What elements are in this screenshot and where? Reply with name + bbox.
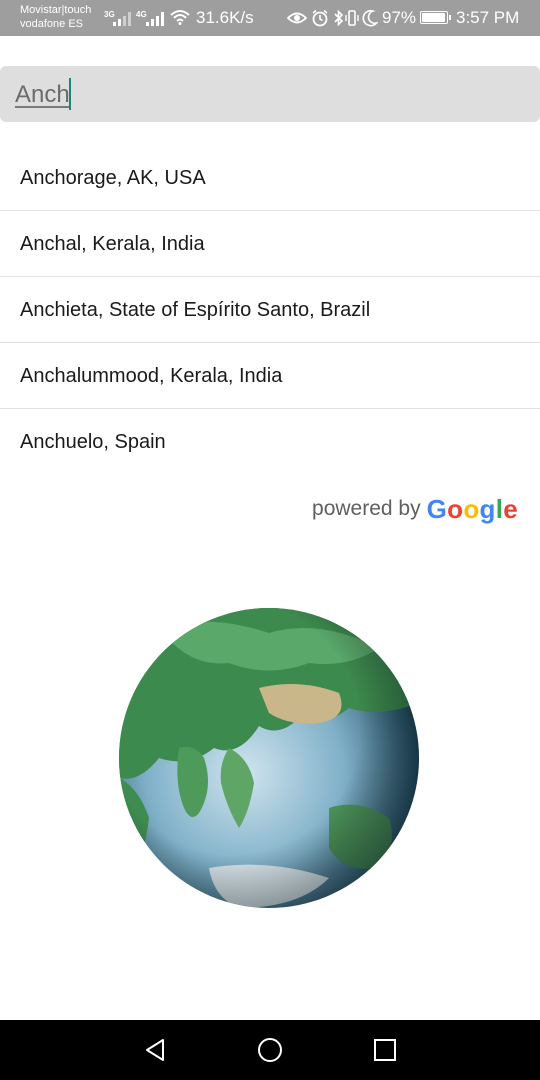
google-logo-letter: o — [447, 493, 464, 524]
carrier-1: Movistar|touch — [20, 4, 92, 16]
suggestion-list: Anchorage, AK, USA Anchal, Kerala, India… — [0, 145, 540, 475]
search-input[interactable]: Anch — [0, 66, 540, 122]
list-item[interactable]: Anchal, Kerala, India — [0, 211, 540, 277]
list-item[interactable]: Anchuelo, Spain — [0, 409, 540, 475]
wifi-icon — [170, 10, 190, 25]
text-caret — [69, 78, 71, 110]
list-item[interactable]: Anchieta, State of Espírito Santo, Brazi… — [0, 277, 540, 343]
back-icon[interactable] — [141, 1036, 169, 1064]
bluetooth-icon — [334, 9, 344, 27]
google-logo-letter: o — [463, 493, 480, 524]
battery-tip — [449, 15, 451, 20]
google-logo-letter: G — [426, 493, 448, 524]
google-logo-letter: g — [479, 493, 496, 524]
moon-icon — [362, 9, 378, 27]
powered-by-label: powered by — [312, 497, 421, 520]
signal-icon — [146, 12, 164, 26]
battery-level — [422, 13, 446, 22]
google-logo-letter: e — [503, 493, 518, 524]
search-query[interactable]: Anch — [15, 81, 70, 109]
network-speed: 31.6K/s — [196, 8, 254, 27]
clock: 3:57 PM — [456, 8, 520, 27]
signal-icon — [113, 12, 131, 26]
battery-percent: 97% — [382, 8, 417, 27]
status-bar: Movistar|touch vodafone ES 3G 4G 31.6K/s… — [0, 0, 540, 36]
eye-icon — [287, 12, 307, 24]
carrier-info: Movistar|touch vodafone ES — [20, 3, 91, 31]
recents-icon[interactable] — [371, 1036, 399, 1064]
globe-icon — [119, 608, 419, 908]
list-item[interactable]: Anchorage, AK, USA — [0, 145, 540, 211]
list-item[interactable]: Anchalummood, Kerala, India — [0, 343, 540, 409]
home-icon[interactable] — [256, 1036, 284, 1064]
battery-icon — [420, 11, 448, 24]
powered-by-google: powered by Google — [312, 492, 518, 526]
vibrate-icon — [345, 10, 359, 26]
google-logo: Google — [427, 494, 518, 525]
alarm-icon — [312, 9, 328, 27]
carrier-2: vodafone ES — [20, 18, 83, 30]
globe-image — [119, 608, 419, 908]
navigation-bar — [0, 1020, 540, 1080]
